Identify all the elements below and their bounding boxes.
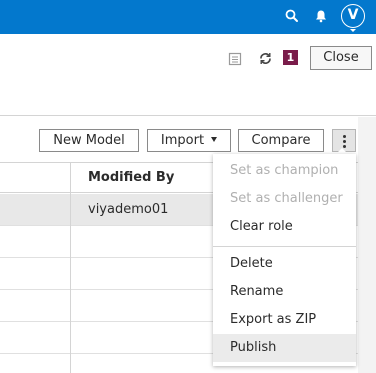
object-header: 1 Close: [0, 34, 376, 116]
chevron-down-icon: [350, 29, 356, 32]
import-button[interactable]: Import: [147, 129, 231, 152]
more-actions-menu: Set as champion Set as challenger Clear …: [213, 154, 356, 366]
menu-item-set-as-champion[interactable]: Set as champion: [213, 157, 356, 185]
column-divider: [70, 162, 71, 373]
new-model-button[interactable]: New Model: [39, 129, 139, 152]
count-badge[interactable]: 1: [283, 50, 298, 65]
menu-item-export-as-zip[interactable]: Export as ZIP: [213, 306, 356, 334]
menu-item-publish[interactable]: Publish: [213, 334, 356, 362]
menu-item-rename[interactable]: Rename: [213, 278, 356, 306]
kebab-icon: [343, 135, 346, 138]
compare-label: Compare: [251, 133, 311, 148]
kebab-dot: [343, 140, 346, 143]
user-avatar[interactable]: V: [341, 4, 365, 32]
bell-icon[interactable]: [313, 8, 329, 24]
search-icon[interactable]: [284, 8, 300, 24]
menu-item-clear-role[interactable]: Clear role: [213, 213, 356, 241]
cell-modified-by: viyademo01: [88, 202, 169, 217]
caret-down-icon: [211, 137, 218, 142]
import-label: Import: [160, 133, 205, 148]
menu-divider: [213, 246, 356, 247]
close-button[interactable]: Close: [310, 46, 372, 70]
document-icon[interactable]: [228, 52, 242, 66]
new-model-label: New Model: [53, 133, 125, 148]
compare-button[interactable]: Compare: [238, 129, 324, 152]
menu-item-set-as-challenger[interactable]: Set as challenger: [213, 185, 356, 213]
avatar-letter: V: [347, 7, 359, 23]
refresh-icon[interactable]: [258, 51, 273, 66]
app-bar: V: [0, 0, 376, 34]
menu-item-delete[interactable]: Delete: [213, 250, 356, 278]
column-header-modified-by[interactable]: Modified By: [88, 170, 174, 185]
